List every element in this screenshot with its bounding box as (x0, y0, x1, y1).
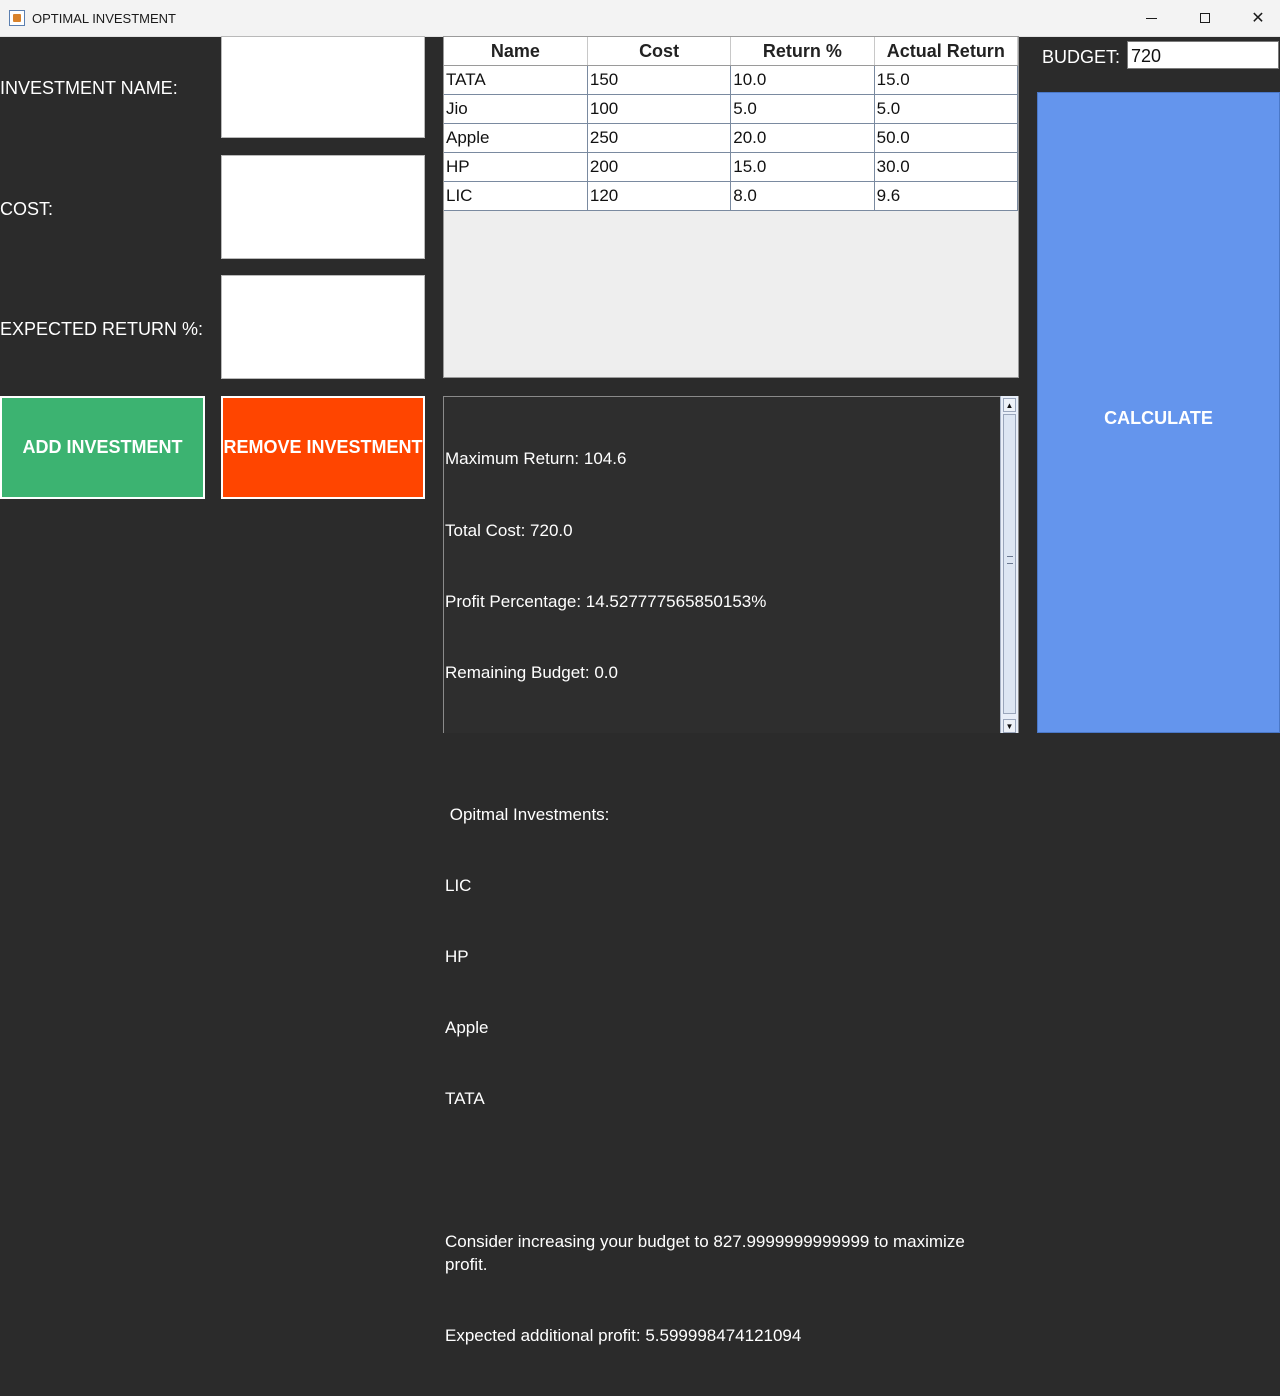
budget-input[interactable] (1127, 41, 1279, 69)
cell-return-percent[interactable]: 20.0 (730, 123, 875, 153)
result-line: Profit Percentage: 14.527777565850153% (445, 591, 767, 611)
result-line: Opitmal Investments: (445, 804, 610, 824)
scroll-thumb[interactable] (1003, 414, 1016, 714)
budget-label: BUDGET: (1042, 47, 1121, 67)
cost-input[interactable] (221, 155, 425, 259)
cell-name[interactable]: LIC (444, 181, 588, 211)
result-line: HP (445, 947, 469, 967)
cell-cost[interactable]: 100 (587, 94, 732, 124)
table-header-row: Name Cost Return % Actual Return (444, 37, 1018, 66)
cell-name[interactable]: TATA (444, 65, 588, 95)
minimize-button[interactable] (1124, 0, 1178, 36)
table-row[interactable]: HP 200 15.0 30.0 (444, 152, 1018, 182)
scroll-up-arrow-icon[interactable]: ▲ (1003, 398, 1016, 412)
expected-return-label: EXPECTED RETURN %: (0, 319, 204, 339)
cell-actual-return[interactable]: 30.0 (874, 152, 1018, 182)
cell-cost[interactable]: 150 (587, 65, 732, 95)
result-line (445, 1159, 1000, 1183)
cell-name[interactable]: Jio (444, 94, 588, 124)
investments-table[interactable]: Name Cost Return % Actual Return TATA 15… (443, 36, 1019, 378)
cell-name[interactable]: Apple (444, 123, 588, 153)
close-button[interactable]: ✕ (1231, 0, 1280, 36)
result-line: LIC (445, 876, 472, 896)
result-line: Consider increasing your budget to 827.9… (445, 1231, 970, 1275)
table-row[interactable]: Jio 100 5.0 5.0 (444, 94, 1018, 124)
cell-cost[interactable]: 200 (587, 152, 732, 182)
cell-actual-return[interactable]: 5.0 (874, 94, 1018, 124)
cell-return-percent[interactable]: 10.0 (730, 65, 875, 95)
cell-cost[interactable]: 250 (587, 123, 732, 153)
cell-cost[interactable]: 120 (587, 181, 732, 211)
scroll-down-arrow-icon[interactable]: ▼ (1003, 719, 1016, 733)
column-header-actual-return[interactable]: Actual Return (874, 37, 1018, 66)
calculate-button[interactable]: CALCULATE (1037, 92, 1280, 733)
cell-return-percent[interactable]: 8.0 (730, 181, 875, 211)
cell-actual-return[interactable]: 50.0 (874, 123, 1018, 153)
result-line: TATA (445, 1089, 485, 1109)
window-titlebar: OPTIMAL INVESTMENT ✕ (0, 0, 1280, 37)
window-title: OPTIMAL INVESTMENT (32, 11, 176, 26)
column-header-cost[interactable]: Cost (587, 37, 732, 66)
minimize-icon (1145, 17, 1157, 19)
investment-name-label: INVESTMENT NAME: (0, 78, 178, 98)
remove-investment-button[interactable]: REMOVE INVESTMENT (221, 396, 425, 499)
result-line: Apple (445, 1018, 489, 1038)
maximize-icon (1200, 13, 1210, 23)
result-line (445, 732, 1000, 756)
results-text: Maximum Return: 104.6 Total Cost: 720.0 … (445, 400, 1000, 1396)
results-scrollbar[interactable]: ▲ ▼ (1000, 396, 1018, 733)
results-text-area[interactable]: Maximum Return: 104.6 Total Cost: 720.0 … (443, 396, 1019, 1345)
calculate-button-label: CALCULATE (1104, 408, 1213, 428)
cell-actual-return[interactable]: 15.0 (874, 65, 1018, 95)
table-row[interactable]: Apple 250 20.0 50.0 (444, 123, 1018, 153)
expected-return-input[interactable] (221, 275, 425, 379)
add-investment-button[interactable]: ADD INVESTMENT (0, 396, 205, 499)
maximize-button[interactable] (1178, 0, 1232, 36)
result-line: Remaining Budget: 0.0 (445, 662, 618, 682)
result-line: Expected additional profit: 5.5999984741… (445, 1326, 802, 1346)
column-header-name[interactable]: Name (444, 37, 588, 66)
result-line: Maximum Return: 104.6 (445, 449, 627, 469)
cell-actual-return[interactable]: 9.6 (874, 181, 1018, 211)
investment-name-input[interactable] (221, 36, 425, 138)
cell-name[interactable]: HP (444, 152, 588, 182)
table-row[interactable]: TATA 150 10.0 15.0 (444, 65, 1018, 95)
cell-return-percent[interactable]: 5.0 (730, 94, 875, 124)
column-header-return-percent[interactable]: Return % (730, 37, 875, 66)
table-row[interactable]: LIC 120 8.0 9.6 (444, 181, 1018, 211)
cost-label: COST: (0, 199, 54, 219)
cell-return-percent[interactable]: 15.0 (730, 152, 875, 182)
java-cup-icon (9, 10, 25, 26)
close-icon: ✕ (1251, 10, 1265, 27)
result-line: Total Cost: 720.0 (445, 520, 573, 540)
grip-icon (1007, 556, 1013, 564)
